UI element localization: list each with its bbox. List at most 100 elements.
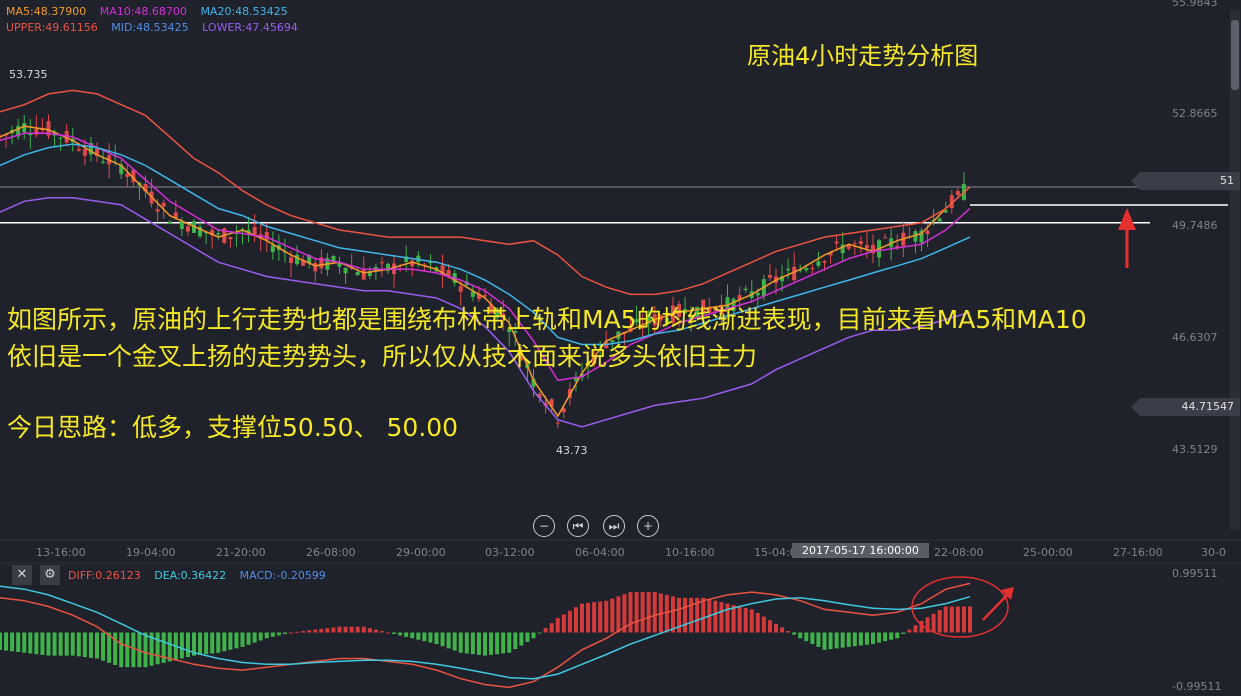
- macd-histogram-bar: [810, 632, 815, 645]
- macd-histogram-bar: [495, 632, 500, 655]
- macd-histogram-bar: [276, 632, 281, 636]
- macd-histogram-bar: [10, 632, 15, 652]
- macd-histogram-bar: [725, 603, 730, 633]
- macd-histogram-bar: [422, 632, 427, 642]
- macd-histogram-bar: [586, 602, 591, 633]
- macd-axis-bottom: -0.99511: [1172, 680, 1222, 693]
- macd-histogram-bar: [337, 626, 342, 633]
- scroll-left-button[interactable]: ⏮: [567, 515, 589, 537]
- time-tick: 13-16:00: [36, 546, 86, 559]
- candle-body: [925, 230, 930, 235]
- macd-histogram-bar: [580, 603, 584, 633]
- candle-body: [216, 233, 221, 235]
- candle-body: [822, 261, 827, 263]
- macd-histogram-bar: [968, 606, 972, 633]
- macd-histogram-bar: [592, 602, 597, 633]
- macd-histogram-bar: [761, 616, 766, 633]
- macd-histogram-bar: [889, 632, 894, 640]
- diff-legend: DIFF:0.26123: [68, 569, 141, 582]
- low-price-label: 43.73: [556, 444, 588, 457]
- macd-histogram-bar: [301, 631, 306, 633]
- macd-histogram-bar: [610, 598, 615, 633]
- crosshair-price-tag: 44.71547: [1131, 398, 1240, 416]
- macd-histogram-bar: [871, 632, 875, 645]
- macd-histogram-bar: [119, 632, 124, 668]
- candle-body: [834, 241, 839, 244]
- candle-body: [458, 286, 463, 292]
- macd-histogram-bar: [4, 632, 9, 651]
- candle-body: [792, 266, 797, 281]
- macd-histogram-bar: [379, 631, 384, 633]
- time-tick: 25-00:00: [1023, 546, 1073, 559]
- time-tick: 10-16:00: [665, 546, 715, 559]
- time-tick: 21-20:00: [216, 546, 266, 559]
- macd-histogram-bar: [598, 601, 603, 633]
- candle-body: [313, 262, 318, 272]
- macd-histogram-bar: [852, 632, 857, 647]
- macd-histogram-bar: [883, 632, 888, 642]
- mid-legend: MID:48.53425: [111, 21, 189, 34]
- macd-histogram-bar: [664, 594, 669, 633]
- macd-histogram-bar: [555, 618, 560, 633]
- macd-histogram-bar: [367, 628, 372, 633]
- candle-body: [864, 245, 869, 249]
- macd-histogram-bar: [561, 614, 566, 633]
- macd-histogram-bar: [689, 597, 694, 633]
- macd-histogram-bar: [76, 632, 81, 657]
- macd-axis-top: 0.99511: [1172, 567, 1218, 580]
- candle-body: [810, 268, 815, 270]
- macd-histogram-bar: [816, 632, 821, 647]
- high-price-label: 53.735: [9, 68, 48, 81]
- candle-body: [786, 268, 791, 271]
- candle-body: [743, 288, 748, 291]
- macd-histogram-bar: [113, 632, 118, 666]
- macd-histogram-bar: [767, 620, 772, 633]
- ma20-legend: MA20:48.53425: [200, 5, 288, 18]
- candle-body: [161, 202, 166, 207]
- candle-body: [858, 241, 863, 245]
- time-tick: 26-08:00: [306, 546, 356, 559]
- time-tick: 03-12:00: [485, 546, 535, 559]
- zoom-in-button[interactable]: +: [637, 515, 659, 537]
- macd-histogram-bar: [373, 629, 378, 633]
- candle-body: [816, 261, 821, 266]
- macd-histogram-bar: [573, 607, 578, 633]
- macd-histogram-bar: [204, 632, 209, 655]
- zoom-out-button[interactable]: −: [533, 515, 555, 537]
- macd-histogram-bar: [792, 632, 797, 635]
- macd-histogram-bar: [937, 610, 942, 633]
- macd-histogram-bar: [143, 632, 148, 668]
- chart-title: 原油4小时走势分析图: [747, 42, 979, 70]
- price-tick: 52.8665: [1172, 107, 1218, 120]
- macd-histogram-bar: [931, 613, 936, 633]
- candle-body: [289, 257, 293, 264]
- macd-histogram-bar: [749, 609, 754, 633]
- dea-legend: DEA:0.36422: [154, 569, 227, 582]
- macd-histogram-bar: [179, 632, 184, 659]
- scroll-right-button[interactable]: ⏭: [603, 515, 625, 537]
- candle-body: [167, 221, 172, 224]
- time-tick: 22-08:00: [934, 546, 984, 559]
- macd-histogram-bar: [840, 632, 845, 648]
- gear-icon[interactable]: ⚙: [40, 565, 60, 585]
- candle-body: [155, 209, 160, 212]
- upper-legend: UPPER:49.61156: [6, 21, 98, 34]
- up-arrow-head: [1118, 208, 1136, 230]
- candle-body: [483, 295, 487, 297]
- macd-histogram-bar: [240, 632, 245, 647]
- close-indicator-button[interactable]: ✕: [12, 565, 32, 585]
- macd-histogram-bar: [458, 632, 463, 653]
- macd-histogram-bar: [701, 597, 706, 633]
- macd-histogram-bar: [228, 632, 233, 650]
- macd-histogram-bar: [531, 632, 536, 639]
- macd-histogram-bar: [640, 592, 645, 633]
- macd-histogram-bar: [543, 628, 548, 633]
- candle-body: [58, 137, 63, 139]
- time-tick: 29-00:00: [396, 546, 446, 559]
- crosshair-time-label: 2017-05-17 16:00:00: [792, 543, 929, 558]
- macd-histogram-bar: [82, 632, 87, 658]
- candle-body: [295, 254, 300, 264]
- candle-body: [883, 237, 888, 239]
- macd-histogram-bar: [719, 602, 724, 633]
- candle-body: [555, 422, 560, 424]
